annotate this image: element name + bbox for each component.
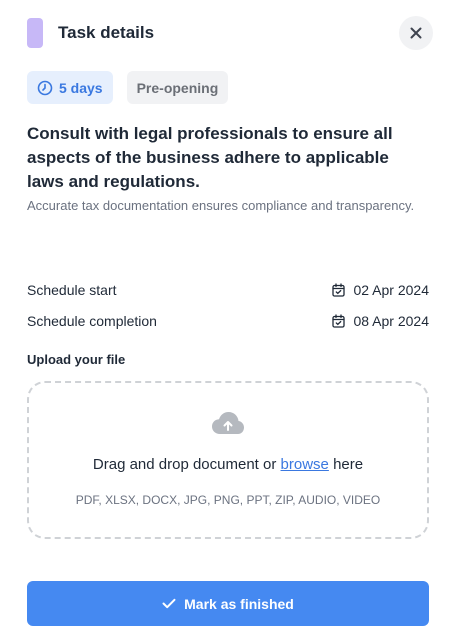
drag-drop-text: Drag and drop document or	[92, 456, 277, 473]
here-text: here	[333, 456, 364, 473]
browse-link[interactable]: browse	[281, 456, 329, 473]
duration-badge: 5 days	[27, 71, 113, 104]
schedule-start-date-value: 02 Apr 2024	[353, 282, 429, 298]
mark-as-finished-button[interactable]: Mark as finished	[27, 581, 429, 626]
file-dropzone[interactable]: Drag and drop document or browse here PD…	[27, 381, 429, 539]
schedule-start-label: Schedule start	[27, 282, 117, 298]
close-button[interactable]	[399, 16, 433, 50]
schedule-completion-label: Schedule completion	[27, 313, 157, 329]
duration-badge-label: 5 days	[59, 79, 103, 96]
calendar-check-icon	[332, 283, 346, 297]
title-accent-bar	[27, 18, 43, 48]
accepted-formats: PDF, XLSX, DOCX, JPG, PNG, PPT, ZIP, AUD…	[75, 493, 381, 507]
task-description: Accurate tax documentation ensures compl…	[27, 198, 415, 213]
schedule-completion-row: Schedule completion 08 Apr 2024	[27, 310, 429, 332]
phase-badge: Pre-opening	[126, 71, 229, 104]
dropzone-text: Drag and drop document or browse here	[29, 456, 427, 473]
schedule-start-row: Schedule start 02 Apr 2024	[27, 279, 429, 301]
schedule-start-date: 02 Apr 2024	[332, 282, 429, 298]
schedule-completion-date: 08 Apr 2024	[332, 313, 429, 329]
close-icon	[410, 27, 422, 39]
schedule-completion-date-value: 08 Apr 2024	[353, 313, 429, 329]
panel-header: Task details	[27, 16, 433, 50]
panel-title: Task details	[58, 23, 155, 42]
mark-as-finished-label: Mark as finished	[184, 595, 294, 612]
clock-icon	[37, 80, 53, 95]
task-title: Consult with legal professionals to ensu…	[27, 124, 393, 191]
calendar-check-icon	[332, 314, 346, 328]
check-icon	[162, 598, 176, 609]
task-badges: 5 days Pre-opening	[27, 71, 229, 104]
cloud-upload-icon	[212, 412, 244, 434]
upload-label: Upload your file	[27, 352, 126, 367]
